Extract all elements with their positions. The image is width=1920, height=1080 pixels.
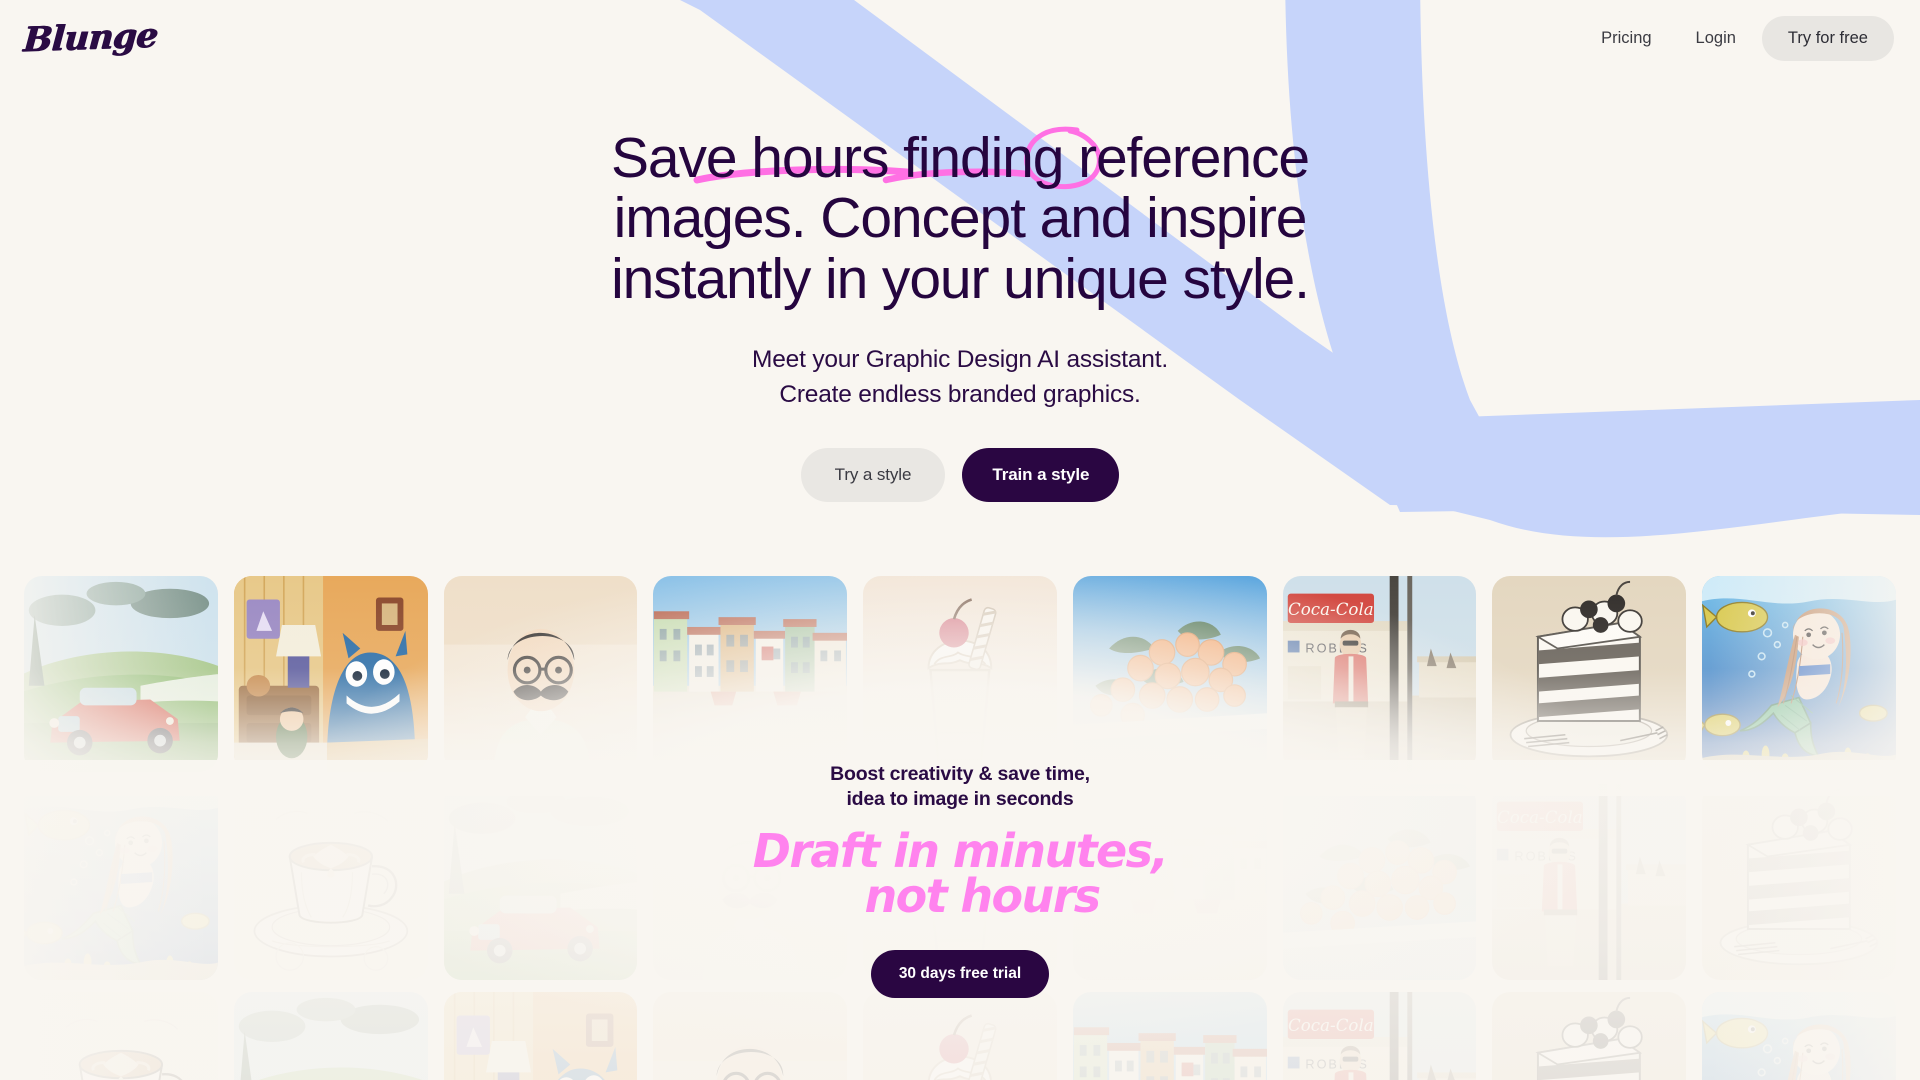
promo-headline-line-2: not hours (864, 869, 1101, 924)
gallery-card[interactable]: Coca-Cola ROBLES (1282, 992, 1477, 1080)
brand-logo[interactable]: Blunge (18, 16, 159, 61)
town-artwork (1072, 992, 1267, 1080)
monster-artwork (443, 992, 638, 1080)
gallery-card[interactable] (1492, 576, 1687, 772)
gallery-card[interactable] (24, 992, 218, 1080)
free-trial-button[interactable]: 30 days free trial (870, 949, 1050, 998)
subheading-line-1: Meet your Graphic Design AI assistant. (752, 346, 1168, 374)
gallery-card[interactable] (653, 992, 848, 1080)
try-a-style-button[interactable]: Try a style (800, 448, 946, 503)
nav-link-pricing[interactable]: Pricing (1583, 19, 1669, 58)
gallery-card[interactable] (1702, 576, 1897, 772)
landing-page: Blunge Pricing Login Try for free Save h… (0, 0, 1920, 1080)
gallery-card[interactable] (863, 992, 1057, 1080)
man-artwork (443, 576, 638, 772)
promo-kicker-line-2: idea to image in seconds (846, 788, 1074, 811)
gallery-card[interactable] (233, 576, 428, 772)
man-artwork (653, 992, 848, 1080)
gallery-card[interactable] (1702, 992, 1897, 1080)
hero-subheading: Meet your Graphic Design AI assistant. C… (0, 342, 1920, 412)
retro-artwork: Coca-Cola ROBLES (1282, 576, 1477, 772)
gallery-card[interactable] (863, 576, 1057, 772)
shake-artwork (863, 576, 1057, 772)
train-a-style-button[interactable]: Train a style (962, 448, 1120, 503)
monster-artwork (233, 576, 428, 772)
hero-cta-row: Try a style Train a style (0, 448, 1920, 503)
cake-artwork (1492, 576, 1687, 772)
gallery-card[interactable] (233, 992, 428, 1080)
gallery-card[interactable] (1072, 992, 1267, 1080)
gallery-card[interactable] (1072, 576, 1267, 772)
gallery-card[interactable] (653, 576, 848, 772)
promo-kicker: Boost creativity & save time, idea to im… (0, 762, 1920, 813)
svg-text:Coca-Cola: Coca-Cola (1288, 1016, 1374, 1035)
subheading-line-2: Create endless branded graphics. (779, 381, 1141, 409)
gallery-card[interactable] (24, 576, 218, 772)
shake-artwork (863, 992, 1057, 1080)
gallery-card[interactable]: Coca-Cola ROBLES (1282, 576, 1477, 772)
headline-line-3: instantly in your unique style. (611, 246, 1310, 311)
car-artwork (233, 992, 428, 1080)
town-artwork (653, 576, 848, 772)
promo-kicker-line-1: Boost creativity & save time, (830, 763, 1090, 785)
cake-artwork (1492, 992, 1687, 1080)
promo-cta-row: 30 days free trial (0, 949, 1920, 998)
coffee-artwork (24, 992, 218, 1080)
promo-headline: Draft in minutes, not hours (0, 828, 1920, 924)
gallery-row-3: Coca-Cola ROBLES (0, 992, 1920, 1080)
oranges-artwork (1072, 576, 1267, 772)
car-artwork (24, 576, 218, 772)
gallery-card[interactable] (1492, 992, 1687, 1080)
hero-headline: Save hours finding reference images. Con… (0, 126, 1920, 311)
gallery-card[interactable] (443, 992, 638, 1080)
try-for-free-button[interactable]: Try for free (1761, 15, 1894, 61)
promo-section: Boost creativity & save time, idea to im… (0, 762, 1920, 998)
headline-line-1: Save hours finding reference (611, 126, 1310, 190)
retro-artwork: Coca-Cola ROBLES (1282, 992, 1477, 1080)
svg-text:Coca-Cola: Coca-Cola (1288, 600, 1374, 619)
mermaid-artwork (1702, 992, 1897, 1080)
site-header: Blunge Pricing Login Try for free (0, 0, 1920, 76)
primary-navigation: Pricing Login Try for free (1583, 15, 1894, 61)
nav-link-login[interactable]: Login (1678, 19, 1754, 58)
headline-line-2: images. Concept and inspire (613, 186, 1308, 251)
gallery-card[interactable] (443, 576, 638, 772)
gallery-row-1: Coca-Cola ROBLES (0, 576, 1920, 772)
mermaid-artwork (1702, 576, 1897, 772)
